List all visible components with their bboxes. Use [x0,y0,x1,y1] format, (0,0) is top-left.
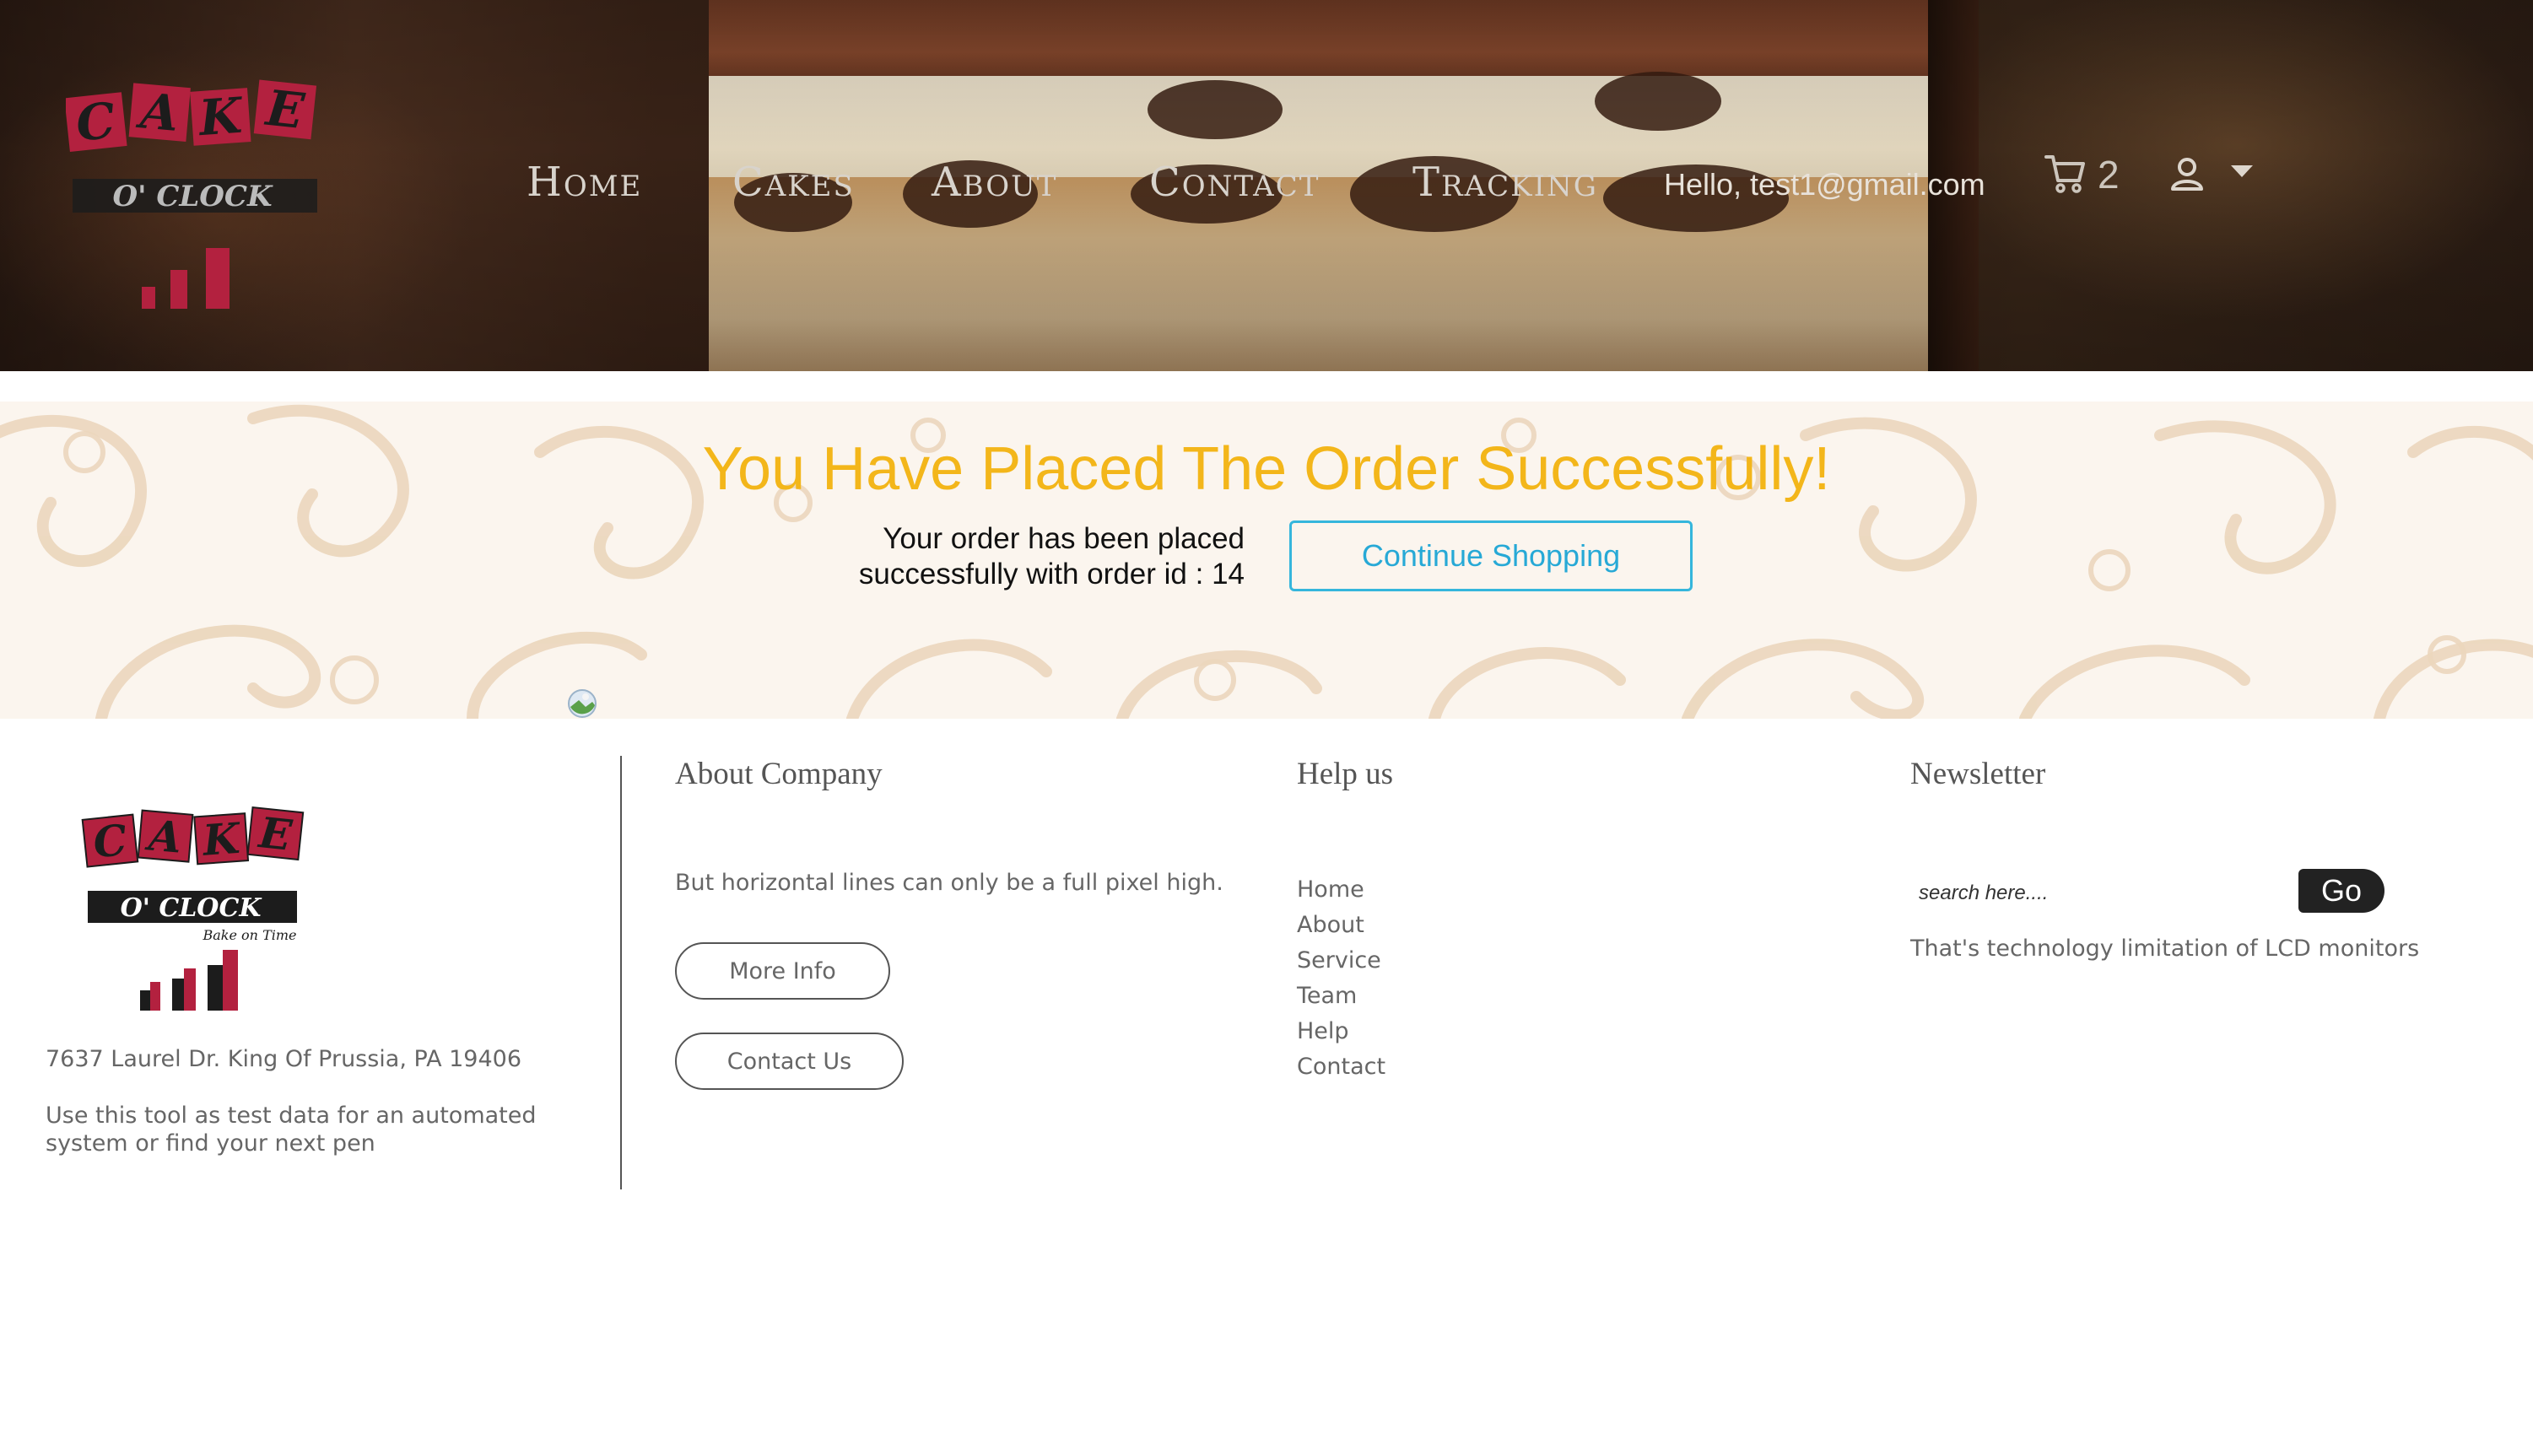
about-company-text: But horizontal lines can only be a full … [675,870,1223,896]
newsletter-text: That's technology limitation of LCD moni… [1910,936,2420,962]
help-link-team[interactable]: Team [1297,983,1357,1009]
svg-text:E: E [262,79,307,141]
broken-image-icon [568,689,597,718]
footer-divider [620,756,622,1189]
newsletter-heading: Newsletter [1910,757,2046,791]
about-company-heading: About Company [675,757,883,791]
user-icon [2171,158,2203,191]
help-link-contact[interactable]: Contact [1297,1054,1385,1080]
shopping-cart-icon [2044,155,2085,193]
svg-text:E: E [255,807,294,860]
footer-description: Use this tool as test data for an automa… [46,1103,537,1157]
nav-about[interactable]: About [932,159,1058,206]
help-us-heading: Help us [1297,757,1394,791]
continue-shopping-button[interactable]: Continue Shopping [1289,520,1693,591]
help-link-service[interactable]: Service [1297,947,1381,973]
nav-tracking[interactable]: Tracking [1412,159,1598,206]
newsletter-search-input[interactable] [1910,872,2294,914]
nav-contact[interactable]: Contact [1149,159,1320,206]
svg-text:K: K [196,87,246,148]
caret-down-icon[interactable] [2229,164,2255,179]
more-info-button[interactable]: More Info [675,942,890,1000]
cart-count: 2 [2098,153,2120,197]
help-link-home[interactable]: Home [1297,876,1364,903]
svg-text:O' CLOCK: O' CLOCK [121,893,263,923]
svg-text:O' CLOCK: O' CLOCK [112,180,273,213]
header-banner: C A K E O' CLOCK Home Cakes About Contac… [0,0,2533,371]
svg-text:K: K [199,813,243,866]
cart-button[interactable]: 2 [2044,152,2136,197]
contact-us-button[interactable]: Contact Us [675,1033,904,1090]
cake-oclock-logo[interactable]: C A K E O' CLOCK [66,74,336,327]
order-success-title: You Have Placed The Order Successfully! [702,435,1831,503]
nav-cakes[interactable]: Cakes [732,159,855,206]
help-link-about[interactable]: About [1297,912,1364,938]
user-menu[interactable] [2168,154,2261,196]
help-link-help[interactable]: Help [1297,1018,1349,1044]
nav-home[interactable]: Home [527,159,642,206]
newsletter-go-button[interactable]: Go [2298,869,2384,913]
user-greeting: Hello, test1@gmail.com [1664,167,1985,202]
svg-text:Bake on Time: Bake on Time [203,927,297,943]
company-address: 7637 Laurel Dr. King Of Prussia, PA 1940… [46,1046,522,1072]
footer-cake-oclock-logo[interactable]: C A K E O' CLOCK Bake on Time [81,803,317,1022]
order-confirmation-message: Your order has been placed successfully … [858,522,1245,590]
svg-text:C: C [73,91,118,152]
svg-text:C: C [91,815,130,868]
